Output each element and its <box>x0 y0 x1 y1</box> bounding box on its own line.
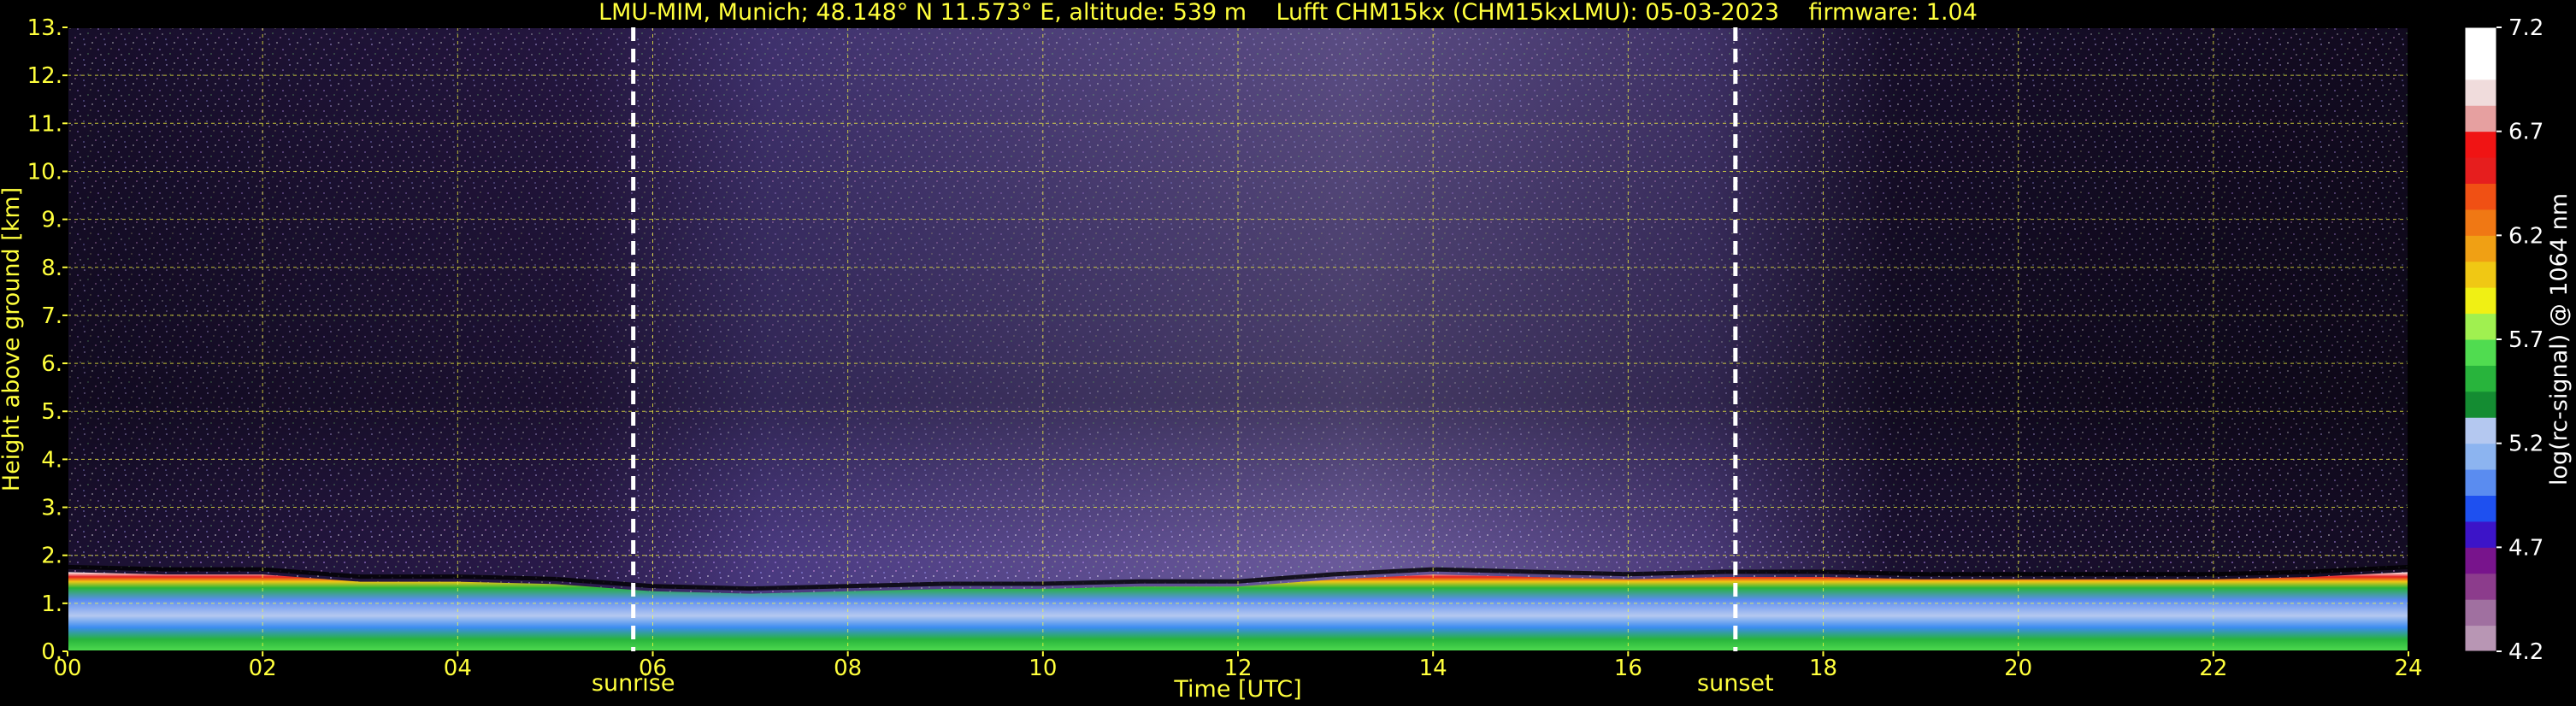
colorbar-segment <box>2465 287 2496 315</box>
y-axis-label: Height above ground [km] <box>0 187 25 491</box>
colorbar-tick-label: 6.2 <box>2508 223 2544 249</box>
x-axis-label: Time [UTC] <box>1173 676 1301 703</box>
colorbar-tick-label: 6.7 <box>2508 120 2544 145</box>
x-tick-label: 08 <box>834 656 862 681</box>
x-tick-label: 14 <box>1419 656 1447 681</box>
colorbar-tick-label: 7.2 <box>2508 15 2544 41</box>
y-tick-label: 1. <box>41 591 62 617</box>
x-tick-label: 18 <box>1809 656 1837 681</box>
colorbar-segment <box>2465 105 2496 132</box>
colorbar-segment <box>2465 547 2496 574</box>
colorbar-segment <box>2465 183 2496 210</box>
colorbar-segment <box>2465 53 2496 80</box>
y-tick-label: 7. <box>41 303 62 329</box>
y-tick-label: 4. <box>41 447 62 473</box>
colorbar-segment <box>2465 261 2496 288</box>
colorbar-tick-label: 5.7 <box>2508 327 2544 353</box>
colorbar-tick-label: 4.7 <box>2508 535 2544 561</box>
x-tick-label: 16 <box>1614 656 1642 681</box>
sunset-label: sunset <box>1697 670 1774 697</box>
y-tick-label: 13. <box>27 15 62 41</box>
y-tick-label: 12. <box>27 63 62 89</box>
x-tick-label: 20 <box>2004 656 2032 681</box>
colorbar-tick-label: 4.2 <box>2508 639 2544 665</box>
y-tick-label: 6. <box>41 351 62 377</box>
plot-area <box>67 27 2409 651</box>
colorbar-segment <box>2465 495 2496 522</box>
colorbar-segment <box>2465 573 2496 600</box>
x-tick-label: 10 <box>1029 656 1057 681</box>
colorbar-segment <box>2465 131 2496 158</box>
colorbar-segment <box>2465 625 2496 652</box>
colorbar-segment <box>2465 339 2496 366</box>
colorbar-segment <box>2465 443 2496 470</box>
lidar-chart: 00 02 04 06 08 10 12 14 16 18 20 22 240.1.2.3.4.5.6.… <box>0 15 2573 703</box>
colorbar-segment <box>2465 235 2496 262</box>
y-tick-label: 9. <box>41 208 62 233</box>
colorbar-segment <box>2465 417 2496 444</box>
colorbar-segment <box>2465 521 2496 548</box>
sunrise-label: sunrise <box>592 670 675 697</box>
y-tick-label: 10. <box>27 159 62 185</box>
colorbar-segment <box>2465 313 2496 340</box>
colorbar-segment <box>2465 391 2496 418</box>
x-tick-label: 02 <box>249 656 277 681</box>
y-tick-label: 11. <box>27 111 62 137</box>
colorbar-segment <box>2465 157 2496 184</box>
colorbar-segment <box>2465 27 2496 54</box>
x-tick-label: 22 <box>2199 656 2227 681</box>
signal-fade <box>68 27 2408 651</box>
colorbar: 4.2 4.7 5.2 5.7 6.2 6.7 7.2 log(rc-signal) @ 10… <box>2464 15 2573 665</box>
x-tick-label: 24 <box>2394 656 2422 681</box>
colorbar-segment <box>2465 365 2496 392</box>
y-tick-label: 3. <box>41 496 62 521</box>
colorbar-label: log(rc-signal) @ 1064 nm <box>2546 193 2573 485</box>
colorbar-segment <box>2465 79 2496 106</box>
colorbar-segment <box>2465 469 2496 496</box>
y-tick-label: 2. <box>41 544 62 569</box>
colorbar-segment <box>2465 599 2496 627</box>
colorbar-tick-label: 5.2 <box>2508 432 2544 457</box>
y-tick-label: 8. <box>41 256 62 281</box>
x-tick-label: 04 <box>444 656 472 681</box>
y-tick-label: 0. <box>41 639 62 665</box>
y-tick-label: 5. <box>41 399 62 425</box>
colorbar-segment <box>2465 209 2496 236</box>
